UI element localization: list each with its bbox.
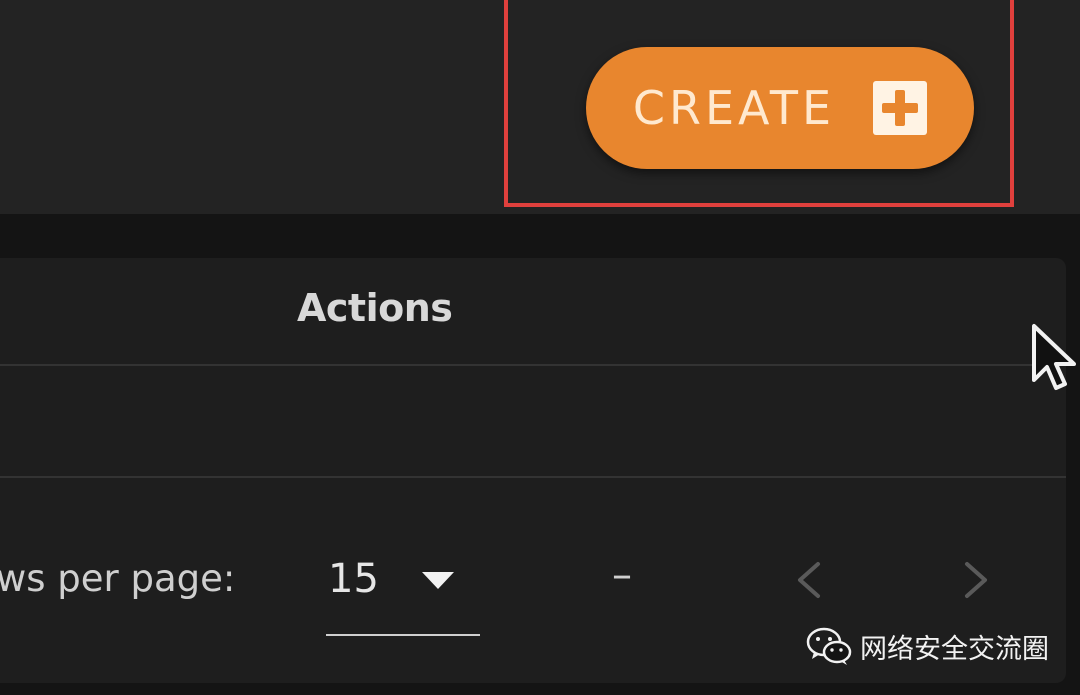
rows-per-page-value: 15	[328, 556, 379, 602]
watermark-text: 网络安全交流圈	[860, 633, 1049, 665]
wechat-icon	[806, 627, 852, 665]
chevron-left-icon[interactable]	[790, 560, 830, 600]
chevron-right-icon[interactable]	[955, 560, 995, 600]
table-row	[0, 366, 1066, 478]
watermark: 网络安全交流圈	[806, 626, 1049, 666]
mouse-cursor-icon	[1032, 324, 1076, 390]
caret-down-icon	[422, 572, 454, 589]
rows-per-page-label: ws per page:	[0, 557, 236, 600]
column-header-actions[interactable]: Actions	[297, 286, 453, 330]
pagination-range: –	[612, 552, 632, 598]
rows-per-page-select[interactable]: 15	[326, 548, 480, 636]
table-header-row	[0, 258, 1066, 366]
highlight-annotation	[504, 0, 1014, 207]
